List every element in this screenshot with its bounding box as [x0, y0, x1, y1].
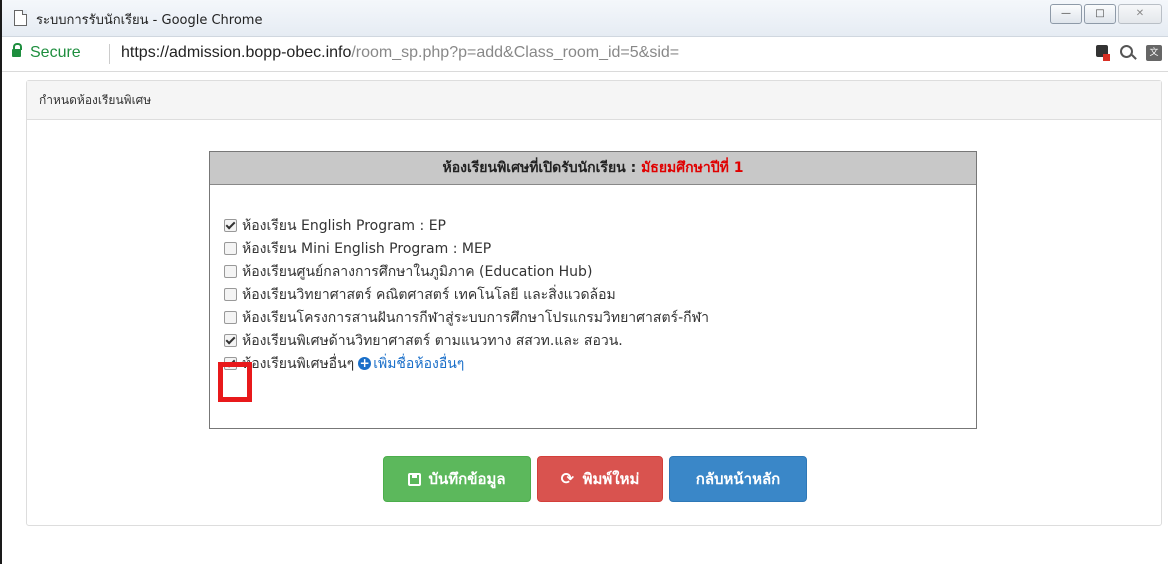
save-button[interactable]: บันทึกข้อมูล: [383, 456, 531, 502]
window-controls: — □ ✕: [1050, 4, 1162, 24]
window-title: ระบบการรับนักเรียน - Google Chrome: [36, 13, 263, 28]
room-option-label: ห้องเรียนพิเศษอื่นๆ: [242, 355, 355, 372]
room-option-label: ห้องเรียน Mini English Program : MEP: [242, 240, 492, 257]
maximize-button[interactable]: □: [1084, 4, 1116, 24]
refresh-icon: ⟳: [560, 469, 575, 488]
checkbox-education-hub[interactable]: [224, 265, 237, 278]
room-option-label: ห้องเรียนวิทยาศาสตร์ คณิตศาสตร์ เทคโนโลย…: [242, 286, 616, 303]
action-buttons: บันทึกข้อมูล ⟳ พิมพ์ใหม่ กลับหน้าหลัก: [383, 456, 807, 502]
home-button-label: กลับหน้าหลัก: [695, 470, 781, 488]
address-bar[interactable]: Secure https://admission.bopp-obec.info/…: [2, 37, 1168, 72]
add-other-room-link[interactable]: + เพิ่มชื่อห้องอื่นๆ: [358, 353, 464, 375]
reset-button[interactable]: ⟳ พิมพ์ใหม่: [537, 456, 663, 502]
add-other-room-label: เพิ่มชื่อห้องอื่นๆ: [373, 355, 465, 372]
room-option-label: ห้องเรียนศูนย์กลางการศึกษาในภูมิภาค (Edu…: [242, 263, 593, 280]
reset-button-label: พิมพ์ใหม่: [582, 470, 640, 488]
window-titlebar: ระบบการรับนักเรียน - Google Chrome — □ ✕: [2, 0, 1168, 37]
room-option-mep[interactable]: ห้องเรียน Mini English Program : MEP: [224, 237, 709, 260]
room-option-special-science[interactable]: ห้องเรียนพิเศษด้านวิทยาศาสตร์ ตามแนวทาง …: [224, 329, 709, 352]
room-option-label: ห้องเรียนโครงการสานฝันการกีฬาสู่ระบบการศ…: [242, 309, 710, 326]
floppy-icon: [408, 472, 422, 486]
page-content: กำหนดห้องเรียนพิเศษ ห้องเรียนพิเศษที่เปิ…: [2, 72, 1168, 564]
room-option-ep[interactable]: ห้องเรียน English Program : EP: [224, 214, 709, 237]
lock-icon[interactable]: [12, 43, 22, 57]
rooms-header-level: มัธยมศึกษาปีที่ 1: [641, 160, 744, 176]
checkbox-science-math-tech[interactable]: [224, 288, 237, 301]
checkbox-mep[interactable]: [224, 242, 237, 255]
room-option-label: ห้องเรียน English Program : EP: [242, 217, 446, 234]
room-option-label: ห้องเรียนพิเศษด้านวิทยาศาสตร์ ตามแนวทาง …: [242, 332, 623, 349]
room-option-education-hub[interactable]: ห้องเรียนศูนย์กลางการศึกษาในภูมิภาค (Edu…: [224, 260, 709, 283]
translate-icon[interactable]: 文: [1146, 45, 1162, 61]
secure-label[interactable]: Secure: [30, 44, 81, 62]
special-room-panel: กำหนดห้องเรียนพิเศษ ห้องเรียนพิเศษที่เปิ…: [26, 80, 1162, 526]
checkbox-sports-science[interactable]: [224, 311, 237, 324]
page-icon: [14, 10, 27, 26]
address-separator: [109, 44, 110, 64]
room-option-science-math-tech[interactable]: ห้องเรียนวิทยาศาสตร์ คณิตศาสตร์ เทคโนโลย…: [224, 283, 709, 306]
zoom-icon[interactable]: [1120, 45, 1136, 61]
plus-circle-icon: +: [358, 356, 372, 370]
blocked-popup-icon[interactable]: [1096, 45, 1110, 61]
url-text[interactable]: https://admission.bopp-obec.info/room_sp…: [121, 44, 679, 62]
address-bar-icons: 文: [1096, 45, 1162, 61]
panel-heading: กำหนดห้องเรียนพิเศษ: [27, 81, 1161, 120]
checkbox-special-science[interactable]: [224, 334, 237, 347]
room-option-other[interactable]: ห้องเรียนพิเศษอื่นๆ + เพิ่มชื่อห้องอื่นๆ: [224, 352, 709, 375]
save-button-label: บันทึกข้อมูล: [428, 470, 506, 488]
url-path: /room_sp.php?p=add&Class_room_id=5&sid=: [351, 44, 680, 61]
rooms-header-text: ห้องเรียนพิเศษที่เปิดรับนักเรียน :: [442, 160, 642, 176]
room-options: ห้องเรียน English Program : EP ห้องเรียน…: [224, 214, 709, 375]
close-button[interactable]: ✕: [1118, 4, 1162, 24]
rooms-header: ห้องเรียนพิเศษที่เปิดรับนักเรียน : มัธยม…: [210, 152, 976, 185]
home-button[interactable]: กลับหน้าหลัก: [669, 456, 807, 502]
checkbox-ep[interactable]: [224, 219, 237, 232]
rooms-box: ห้องเรียนพิเศษที่เปิดรับนักเรียน : มัธยม…: [209, 151, 977, 429]
checkbox-other[interactable]: [224, 357, 237, 370]
url-host: https://admission.bopp-obec.info: [121, 44, 352, 61]
room-option-sports-science[interactable]: ห้องเรียนโครงการสานฝันการกีฬาสู่ระบบการศ…: [224, 306, 709, 329]
minimize-button[interactable]: —: [1050, 4, 1082, 24]
